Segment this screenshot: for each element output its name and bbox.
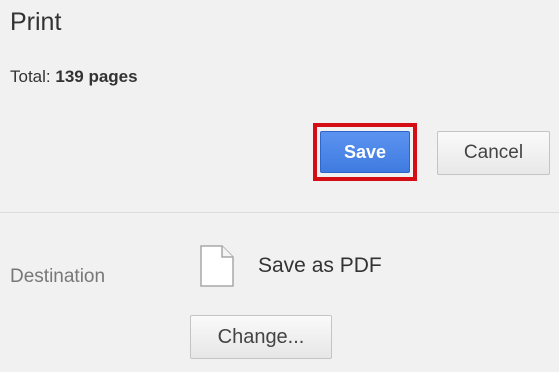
section-divider [0, 212, 559, 213]
change-destination-button[interactable]: Change... [190, 315, 332, 359]
save-button[interactable]: Save [320, 131, 410, 173]
total-pages: Total: 139 pages [10, 67, 138, 87]
total-count: 139 pages [55, 67, 138, 86]
cancel-button[interactable]: Cancel [437, 131, 550, 175]
document-icon [200, 245, 234, 287]
total-label: Total: [10, 67, 51, 86]
page-title: Print [10, 8, 62, 36]
destination-name: Save as PDF [258, 254, 382, 277]
destination-label: Destination [10, 266, 106, 287]
